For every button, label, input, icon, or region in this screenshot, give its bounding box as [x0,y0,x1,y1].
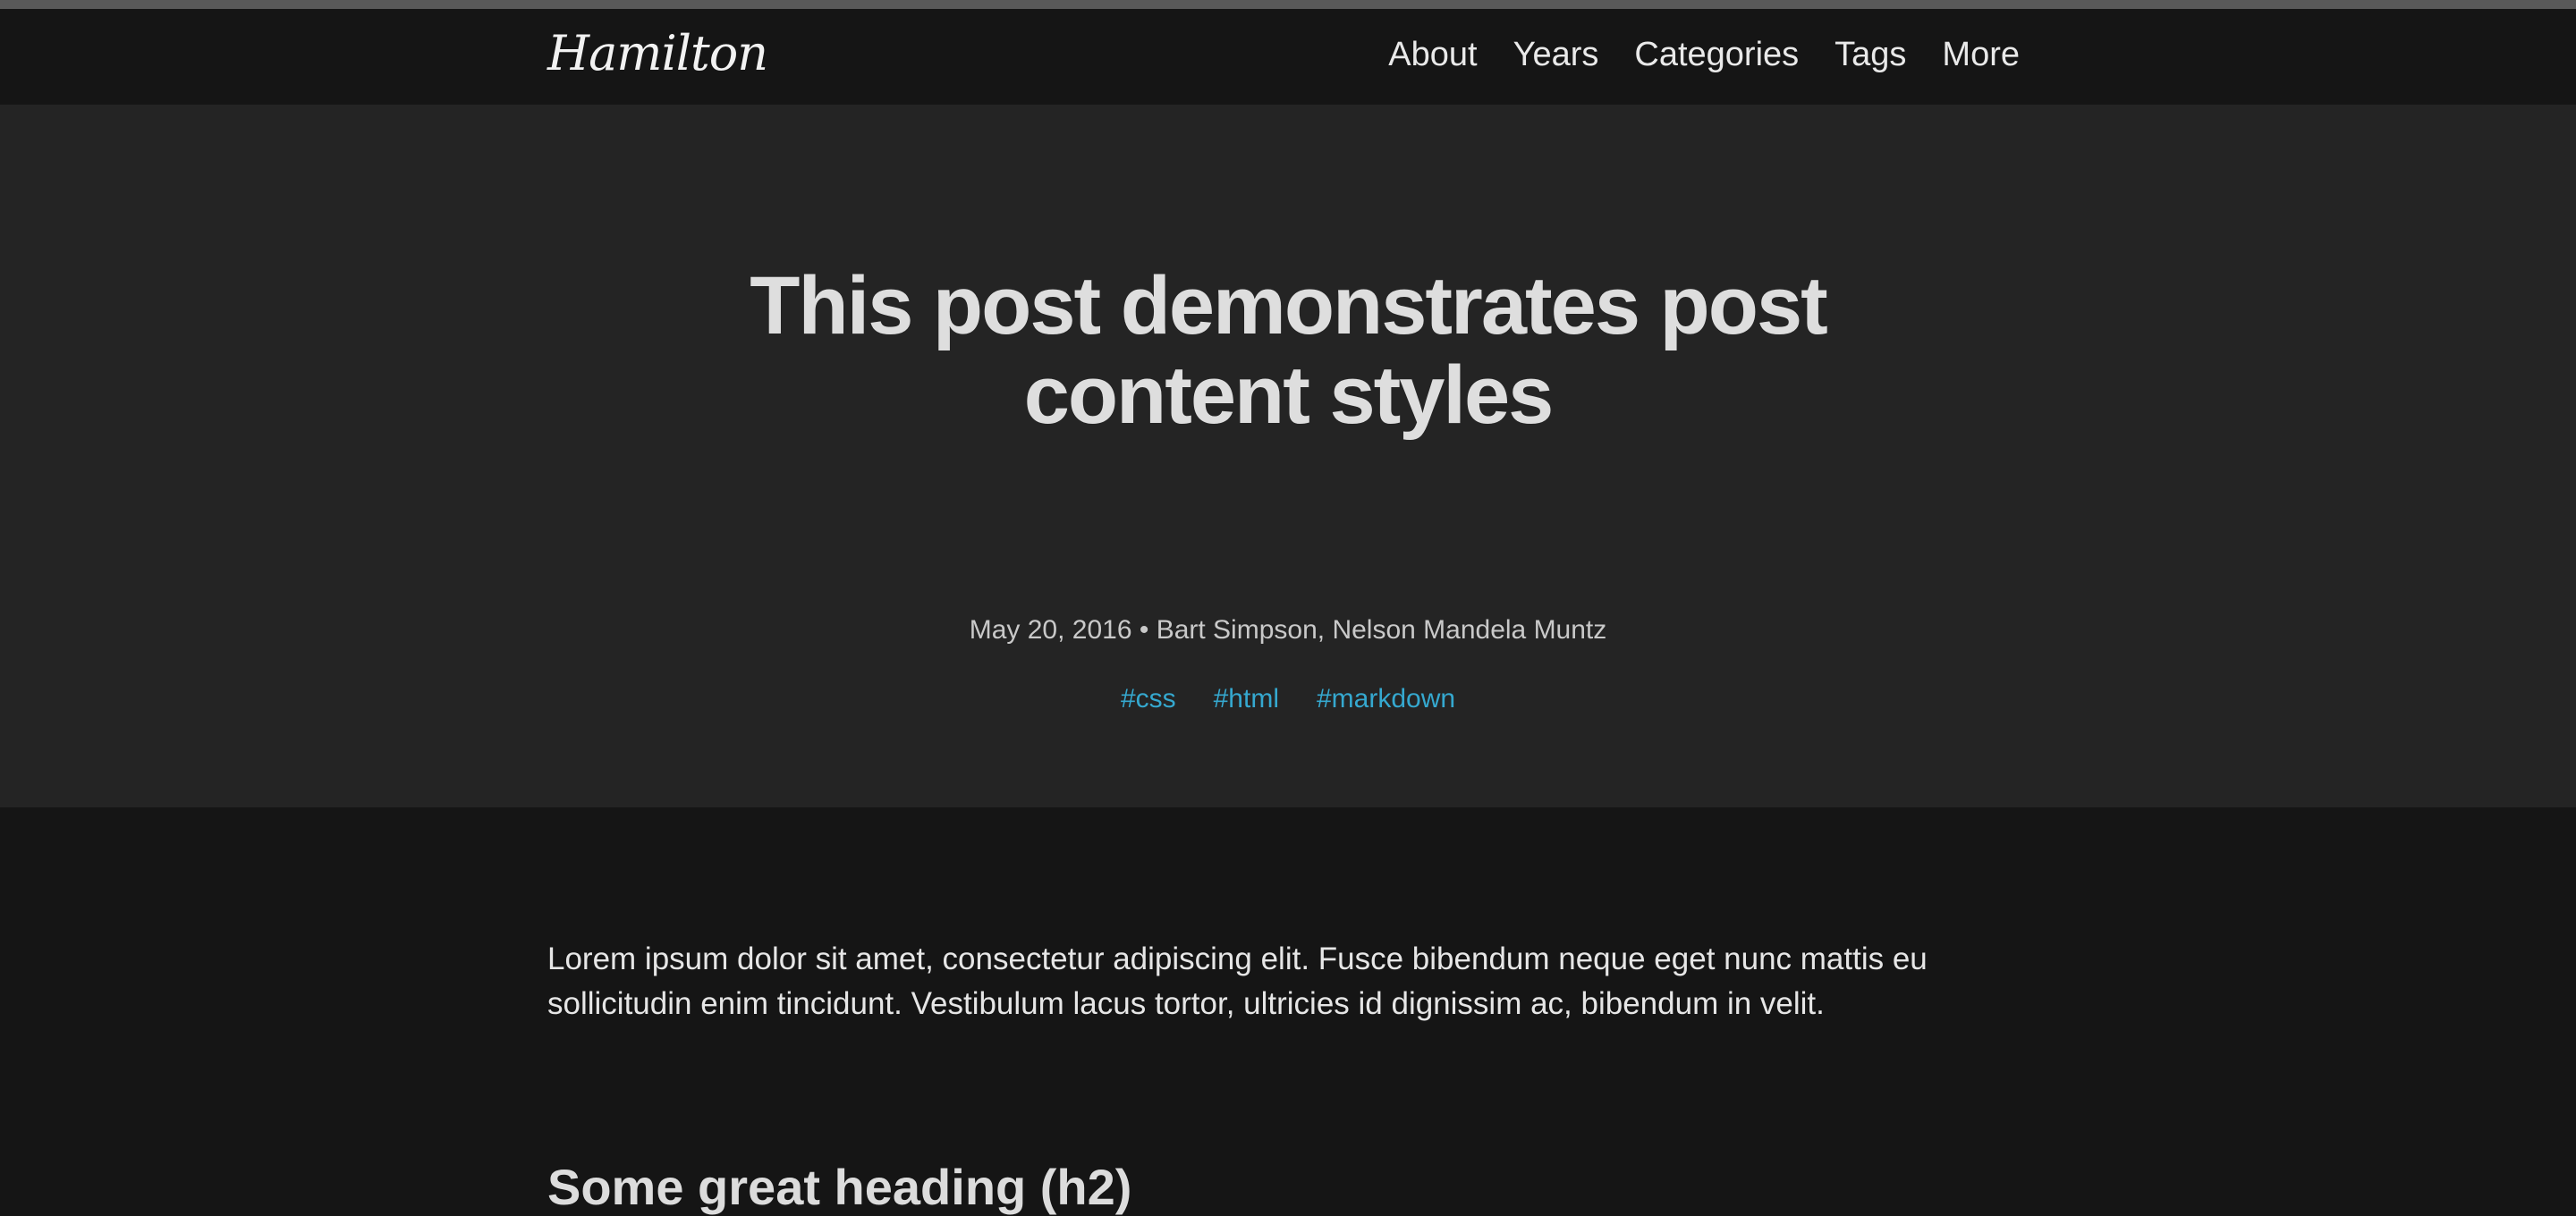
post-header: This post demonstrates post content styl… [0,105,2576,807]
nav-link-tags[interactable]: Tags [1835,34,1906,75]
post-title: This post demonstrates post content styl… [750,260,1828,441]
post-tags: #css #html #markdown [0,681,2576,717]
nav-link-years[interactable]: Years [1513,34,1599,75]
nav-link-categories[interactable]: Categories [1634,34,1799,75]
post-paragraph: Lorem ipsum dolor sit amet, consectetur … [547,942,1928,1021]
tag-link-markdown[interactable]: #markdown [1317,681,1455,717]
post-heading-h2: Some great heading (h2) [547,1159,1132,1215]
nav-link-about[interactable]: About [1388,34,1477,75]
top-progress-strip [0,0,2576,9]
main-nav: About Years Categories Tags More [1388,34,2020,75]
tag-link-html[interactable]: #html [1214,681,1279,717]
site-header: Hamilton About Years Categories Tags Mor… [0,9,2576,105]
post-meta: May 20, 2016 • Bart Simpson, Nelson Mand… [969,615,1607,645]
tag-link-css[interactable]: #css [1121,681,1176,717]
site-logo[interactable]: Hamilton [547,25,768,81]
nav-link-more[interactable]: More [1942,34,2020,75]
